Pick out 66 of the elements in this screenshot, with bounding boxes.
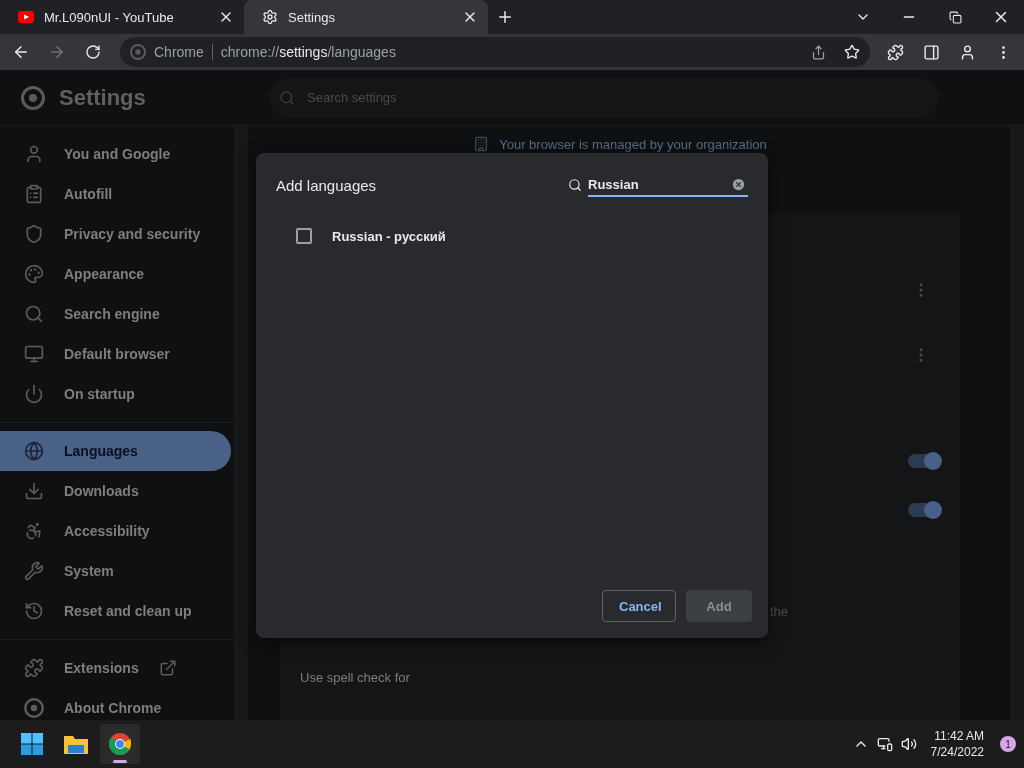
- sidebar-item[interactable]: Privacy and security: [0, 214, 231, 254]
- chrome-logo-icon: [130, 44, 146, 60]
- clock[interactable]: 11:42 AM 7/24/2022: [930, 729, 984, 759]
- search-icon: [279, 89, 295, 106]
- notification-badge[interactable]: 1: [1000, 736, 1016, 752]
- new-tab-icon[interactable]: [496, 8, 514, 26]
- windows-logo-icon[interactable]: [20, 732, 44, 756]
- bookmark-star-icon[interactable]: [844, 44, 860, 60]
- accessibility-icon: [24, 521, 44, 541]
- puzzle-icon: [24, 658, 44, 678]
- sidebar-item[interactable]: About Chrome: [0, 688, 231, 720]
- sidebar-item[interactable]: Languages: [0, 431, 231, 471]
- checkbox[interactable]: [296, 228, 312, 244]
- volume-icon[interactable]: [900, 736, 917, 752]
- wrench-icon: [24, 561, 44, 581]
- side-panel-icon[interactable]: [922, 43, 940, 61]
- address-bar[interactable]: Chrome chrome://settings/languages: [120, 37, 870, 67]
- site-chip: Chrome: [154, 44, 213, 60]
- restore-icon[interactable]: [948, 10, 962, 24]
- network-icon[interactable]: [876, 736, 893, 752]
- reload-icon[interactable]: [85, 44, 101, 60]
- sidebar-item[interactable]: On startup: [0, 374, 231, 414]
- folder-icon[interactable]: [63, 733, 89, 755]
- globe-icon: [24, 441, 44, 461]
- search-icon: [568, 178, 582, 192]
- browser-tab[interactable]: Mr.L090nUI - YouTube: [0, 0, 244, 34]
- person-icon: [24, 144, 44, 164]
- history-icon: [24, 601, 44, 621]
- dialog-title: Add languages: [276, 176, 377, 194]
- chrome-logo-icon: [21, 85, 45, 110]
- sidebar-item[interactable]: Reset and clean up: [0, 591, 231, 631]
- sidebar-item[interactable]: Downloads: [0, 471, 231, 511]
- shield-icon: [24, 224, 44, 244]
- sidebar-item[interactable]: System: [0, 551, 231, 591]
- managed-notice[interactable]: Your browser is managed by your organization: [499, 136, 767, 152]
- toggle-switch[interactable]: [908, 454, 940, 468]
- video-logo-icon: [18, 11, 34, 23]
- search-icon: [24, 304, 44, 324]
- gear-icon: [262, 9, 278, 25]
- extensions-icon[interactable]: [886, 43, 904, 61]
- power-icon: [24, 384, 44, 404]
- page-title: Settings: [59, 84, 147, 111]
- sidebar-item[interactable]: Appearance: [0, 254, 231, 294]
- description-text: the: [770, 603, 789, 619]
- palette-icon: [24, 264, 44, 284]
- browser-icon: [24, 344, 44, 364]
- sidebar-item[interactable]: Extensions: [0, 648, 231, 688]
- url-text: chrome://settings/languages: [220, 44, 397, 60]
- sidebar-item[interactable]: You and Google: [0, 134, 231, 174]
- sidebar-item[interactable]: Autofill: [0, 174, 231, 214]
- chrome-logo-icon: [108, 732, 132, 756]
- chrome-logo-icon: [24, 698, 44, 718]
- language-option[interactable]: Russian - русский: [332, 228, 446, 244]
- sidebar-item[interactable]: Default browser: [0, 334, 231, 374]
- toggle-switch[interactable]: [908, 503, 940, 517]
- cancel-button[interactable]: Cancel: [602, 590, 676, 622]
- sidebar-item[interactable]: Accessibility: [0, 511, 231, 551]
- spell-check-label: Use spell check for: [300, 669, 410, 685]
- download-icon: [24, 481, 44, 501]
- browser-tab[interactable]: Settings: [244, 0, 488, 34]
- clear-icon[interactable]: [731, 177, 746, 192]
- back-icon[interactable]: [12, 43, 30, 61]
- clipboard-icon: [24, 184, 44, 204]
- share-icon[interactable]: [811, 44, 826, 60]
- building-icon: [473, 136, 490, 152]
- sidebar-item[interactable]: Search engine: [0, 294, 231, 334]
